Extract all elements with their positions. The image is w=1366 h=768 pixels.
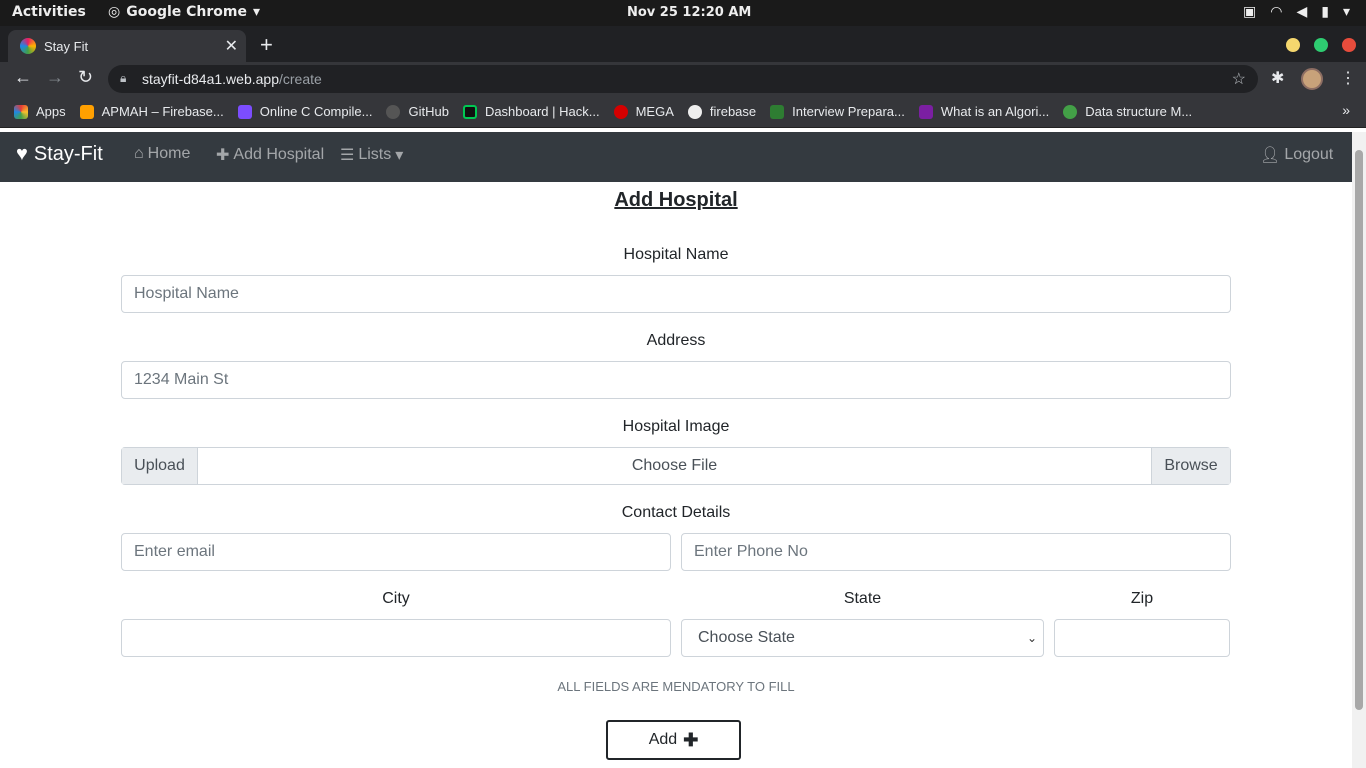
activities-button[interactable]: Activities bbox=[12, 4, 86, 20]
hackerrank-icon bbox=[462, 104, 477, 119]
mega-icon bbox=[613, 104, 628, 119]
tab-stay-fit[interactable]: Stay Fit ✕ bbox=[8, 30, 246, 62]
hospital-image-label: Hospital Image bbox=[622, 418, 730, 435]
choose-file-label[interactable]: Choose File bbox=[198, 448, 1151, 484]
hospital-name-label: Hospital Name bbox=[623, 246, 729, 263]
bookmark-item[interactable]: Online C Compile... bbox=[237, 104, 372, 119]
plus-icon: ✚ bbox=[683, 729, 699, 750]
chevron-down-icon: ⌄ bbox=[1026, 631, 1037, 645]
app-name: Google Chrome bbox=[126, 4, 247, 20]
os-top-bar: Activities ◎ Google Chrome ▾ Nov 25 12:2… bbox=[0, 0, 1366, 26]
close-window-button[interactable] bbox=[1342, 38, 1356, 52]
tab-strip: Stay Fit ✕ + bbox=[0, 26, 1366, 62]
page-title: Add Hospital bbox=[614, 189, 738, 211]
bookmark-item[interactable]: What is an Algori... bbox=[918, 104, 1049, 119]
globe-icon bbox=[687, 104, 702, 119]
extensions-icon[interactable]: ✱ bbox=[1271, 68, 1284, 88]
screen-icon: ▣ bbox=[1243, 4, 1257, 20]
zip-input[interactable] bbox=[1054, 619, 1230, 657]
scrollbar-thumb[interactable] bbox=[1355, 150, 1363, 710]
data-structure-icon bbox=[1063, 104, 1078, 119]
url-domain: stayfit-d84a1.web.app bbox=[142, 71, 279, 87]
bookmark-item[interactable]: firebase bbox=[687, 104, 756, 119]
bookmarks-bar: Apps APMAH – Firebase... Online C Compil… bbox=[0, 96, 1366, 128]
wifi-icon: ◠ bbox=[1270, 4, 1283, 20]
plus-icon: ✚ bbox=[216, 147, 230, 164]
heart-favicon-icon bbox=[20, 38, 36, 54]
bookmark-item[interactable]: MEGA bbox=[613, 104, 674, 119]
add-hospital-button[interactable]: Add ✚ bbox=[606, 720, 741, 760]
nav-logout[interactable]: 👤︎ Logout bbox=[1260, 145, 1333, 165]
new-tab-button[interactable]: + bbox=[260, 32, 273, 58]
bookmark-item[interactable]: Data structure M... bbox=[1063, 104, 1192, 119]
contact-details-label: Contact Details bbox=[621, 504, 731, 521]
reload-icon[interactable]: ↻ bbox=[78, 67, 93, 88]
email-input[interactable]: Enter email bbox=[121, 533, 671, 571]
lock-icon: 🔒︎ bbox=[120, 71, 127, 85]
github-icon bbox=[386, 104, 401, 119]
city-input[interactable] bbox=[121, 619, 671, 657]
url-path: /create bbox=[278, 71, 322, 87]
bookmark-item[interactable]: APMAH – Firebase... bbox=[79, 104, 224, 119]
profile-avatar[interactable] bbox=[1301, 68, 1323, 90]
browse-button[interactable]: Browse bbox=[1151, 448, 1230, 484]
list-icon: ☰ bbox=[340, 147, 355, 164]
firebase-icon bbox=[79, 104, 94, 119]
city-label: City bbox=[382, 590, 410, 607]
apps-grid-icon bbox=[14, 104, 28, 119]
zip-label: Zip bbox=[1130, 590, 1154, 607]
maximize-button[interactable] bbox=[1314, 38, 1328, 52]
phone-input[interactable]: Enter Phone No bbox=[681, 533, 1231, 571]
chrome-icon: ◎ bbox=[108, 4, 121, 20]
bookmark-apps[interactable]: Apps bbox=[14, 104, 66, 119]
caret-down-icon: ▾ bbox=[395, 147, 404, 164]
nav-home[interactable]: ⌂ Home bbox=[134, 145, 190, 163]
algorithm-site-icon bbox=[918, 104, 933, 119]
volume-icon: ◀ bbox=[1296, 4, 1308, 20]
site-navbar: ♥ Stay-Fit ⌂ Home ✚ Add Hospital ☰ Lists… bbox=[0, 132, 1352, 182]
home-icon: ⌂ bbox=[134, 145, 144, 162]
bookmark-item[interactable]: Dashboard | Hack... bbox=[462, 104, 600, 119]
back-icon[interactable]: ← bbox=[14, 67, 32, 88]
more-bookmarks-icon[interactable]: » bbox=[1342, 102, 1350, 118]
address-input[interactable]: 1234 Main St bbox=[121, 361, 1231, 399]
state-selected-value: Choose State bbox=[698, 629, 795, 646]
upload-label: Upload bbox=[122, 448, 198, 484]
hospital-image-file-input[interactable]: Upload Choose File Browse bbox=[121, 447, 1231, 485]
app-menu[interactable]: ◎ Google Chrome ▾ bbox=[108, 4, 260, 20]
user-icon: 👤︎ bbox=[1260, 147, 1281, 164]
state-select[interactable]: Choose State ⌄ bbox=[681, 619, 1044, 657]
heart-icon: ♥ bbox=[16, 143, 28, 165]
address-bar[interactable]: 🔒︎ stayfit-d84a1.web.app/create ☆ bbox=[108, 65, 1258, 93]
gfg-icon bbox=[770, 104, 785, 119]
page-scrollbar[interactable] bbox=[1352, 132, 1366, 768]
system-tray[interactable]: ▣ ◠ ◀ ▮ ▾ bbox=[1243, 4, 1350, 20]
power-menu-icon: ▾ bbox=[1342, 4, 1350, 20]
battery-icon: ▮ bbox=[1321, 4, 1329, 20]
web-page: ♥ Stay-Fit ⌂ Home ✚ Add Hospital ☰ Lists… bbox=[0, 132, 1352, 768]
hospital-name-input[interactable]: Hospital Name bbox=[121, 275, 1231, 313]
tab-title: Stay Fit bbox=[44, 38, 89, 54]
close-tab-icon[interactable]: ✕ bbox=[225, 36, 238, 56]
minimize-button[interactable] bbox=[1286, 38, 1300, 52]
forward-icon[interactable]: → bbox=[46, 67, 64, 88]
brand-link[interactable]: ♥ Stay-Fit bbox=[16, 143, 103, 166]
browser-toolbar: ← → ↻ 🔒︎ stayfit-d84a1.web.app/create ☆ … bbox=[0, 62, 1366, 96]
compiler-icon bbox=[237, 104, 252, 119]
bookmark-star-icon[interactable]: ☆ bbox=[1232, 69, 1246, 89]
bookmark-item[interactable]: GitHub bbox=[386, 104, 449, 119]
nav-lists-dropdown[interactable]: ☰ Lists ▾ bbox=[340, 145, 403, 165]
mandatory-note: ALL FIELDS ARE MENDATORY TO FILL bbox=[557, 679, 795, 694]
state-label: State bbox=[843, 590, 882, 607]
chevron-down-icon: ▾ bbox=[252, 4, 261, 20]
clock[interactable]: Nov 25 12:20 AM bbox=[627, 5, 751, 20]
bookmark-item[interactable]: Interview Prepara... bbox=[770, 104, 905, 119]
address-label: Address bbox=[646, 332, 706, 349]
menu-icon[interactable]: ⋮ bbox=[1340, 68, 1356, 88]
nav-add-hospital[interactable]: ✚ Add Hospital bbox=[216, 145, 324, 165]
